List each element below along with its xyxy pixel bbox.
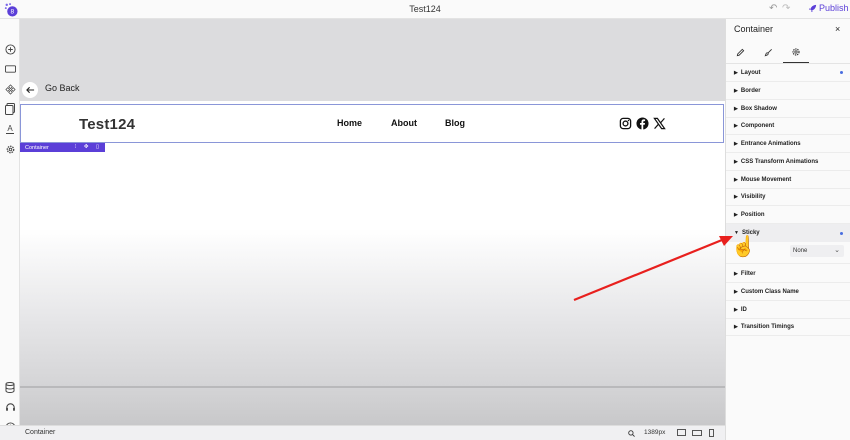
tab-advanced-gear-icon[interactable]: [789, 46, 803, 58]
publish-label: Publish: [819, 3, 849, 13]
section-label: Position: [740, 211, 765, 218]
section-label: Visibility: [740, 193, 766, 200]
section-mouse-movement[interactable]: ▶ Mouse Movement: [726, 171, 850, 189]
section-position[interactable]: ▶ Position: [726, 206, 850, 224]
close-icon[interactable]: ×: [835, 24, 840, 34]
desktop-view-icon[interactable]: [677, 429, 686, 436]
section-id[interactable]: ▶ ID: [726, 301, 850, 319]
section-label: Box Shadow: [740, 105, 777, 112]
settings-gear-icon[interactable]: [3, 142, 17, 156]
section-label: Entrance Animations: [740, 140, 801, 147]
section-label: Filter: [740, 270, 756, 277]
section-label: Layout: [740, 69, 761, 76]
tablet-view-icon[interactable]: [692, 430, 702, 436]
caret-right-icon: ▶: [734, 176, 738, 183]
site-header-container[interactable]: Test124 Home About Blog: [20, 104, 724, 143]
caret-right-icon: ▶: [734, 288, 738, 295]
selected-element-label: Container: [25, 144, 49, 151]
caret-right-icon: ▶: [734, 87, 738, 94]
caret-right-icon: ▶: [734, 122, 738, 129]
facebook-icon[interactable]: [636, 117, 649, 130]
element-actions[interactable]: ⁝ ✥ ▯: [75, 144, 102, 150]
add-element-icon[interactable]: [3, 42, 17, 56]
undo-icon[interactable]: ↶: [769, 3, 777, 14]
left-toolbar: A: [0, 19, 20, 433]
section-label: CSS Transform Animations: [740, 158, 819, 165]
svg-text:A: A: [7, 124, 13, 133]
section-label: Transition Timings: [740, 323, 795, 330]
caret-right-icon: ▶: [734, 140, 738, 147]
go-back-link[interactable]: Go Back: [45, 83, 80, 93]
section-filter[interactable]: ▶ Filter: [726, 265, 850, 283]
support-headset-icon[interactable]: [3, 400, 17, 414]
section-visibility[interactable]: ▶ Visibility: [726, 188, 850, 206]
tab-content-pencil-icon[interactable]: [733, 46, 747, 58]
app-window: 8 Test124 ↶ ↷ Publish A Go Back Test124 …: [0, 0, 850, 440]
tab-style-brush-icon[interactable]: [761, 46, 775, 58]
site-title[interactable]: Test124: [79, 116, 135, 133]
caret-right-icon: ▶: [734, 193, 738, 200]
selected-element-status: Container: [25, 429, 56, 436]
status-bar: Container 1389px: [0, 425, 725, 440]
section-label: Custom Class Name: [740, 288, 799, 295]
section-box-shadow[interactable]: ▶ Box Shadow: [726, 100, 850, 118]
section-label: ID: [740, 306, 747, 313]
chevron-down-icon: ⌄: [834, 247, 840, 254]
sticky-select-value: None: [793, 248, 808, 254]
section-entrance-animations[interactable]: ▶ Entrance Animations: [726, 135, 850, 153]
caret-right-icon: ▶: [734, 69, 738, 76]
editor-canvas[interactable]: Go Back Test124 Home About Blog Containe…: [20, 19, 725, 425]
rocket-icon: [808, 4, 817, 12]
properties-panel: Container × ▶ Layout ▶ Border ▶ Box Shadow …: [725, 19, 850, 440]
caret-right-icon: ▶: [734, 270, 738, 277]
section-custom-class-name[interactable]: ▶ Custom Class Name: [726, 283, 850, 301]
section-layout[interactable]: ▶ Layout: [726, 64, 850, 82]
section-label: Border: [740, 87, 761, 94]
modified-indicator: [840, 231, 843, 235]
section-label: Component: [740, 122, 775, 129]
sticky-select[interactable]: None ⌄: [790, 245, 844, 257]
document-title: Test124: [409, 4, 441, 14]
back-arrow-icon[interactable]: [22, 82, 38, 98]
components-icon[interactable]: [3, 82, 17, 96]
section-border[interactable]: ▶ Border: [726, 82, 850, 100]
instagram-icon[interactable]: [619, 117, 632, 130]
nav-link-about[interactable]: About: [391, 118, 417, 128]
nav-link-blog[interactable]: Blog: [445, 118, 465, 128]
top-bar: 8 Test124 ↶ ↷ Publish: [0, 0, 850, 19]
panel-title: Container: [734, 24, 774, 34]
canvas-divider: [20, 386, 725, 388]
caret-right-icon: ▶: [734, 211, 738, 218]
section-css-transform-animations[interactable]: ▶ CSS Transform Animations: [726, 153, 850, 171]
database-icon[interactable]: [3, 380, 17, 394]
caret-right-icon: ▶: [734, 323, 738, 330]
mobile-view-icon[interactable]: [709, 429, 714, 437]
caret-right-icon: ▶: [734, 105, 738, 112]
section-component[interactable]: ▶ Component: [726, 117, 850, 135]
redo-icon[interactable]: ↷: [782, 3, 790, 14]
pages-icon[interactable]: [3, 102, 17, 116]
typography-icon[interactable]: A: [3, 122, 17, 136]
nav-link-home[interactable]: Home: [337, 118, 362, 128]
modified-indicator: [840, 71, 843, 74]
layout-icon[interactable]: [3, 62, 17, 76]
section-transition-timings[interactable]: ▶ Transition Timings: [726, 318, 850, 336]
zoom-search-icon[interactable]: [628, 430, 635, 437]
x-twitter-icon[interactable]: [653, 117, 666, 130]
canvas-width-readout[interactable]: 1389px: [644, 429, 665, 436]
section-label: Mouse Movement: [740, 176, 792, 183]
caret-right-icon: ▶: [734, 306, 738, 313]
selected-element-tag[interactable]: Container ⁝ ✥ ▯: [20, 143, 105, 152]
hand-cursor-icon: ☝: [731, 236, 756, 258]
publish-button[interactable]: Publish: [808, 3, 849, 13]
caret-right-icon: ▶: [734, 158, 738, 165]
